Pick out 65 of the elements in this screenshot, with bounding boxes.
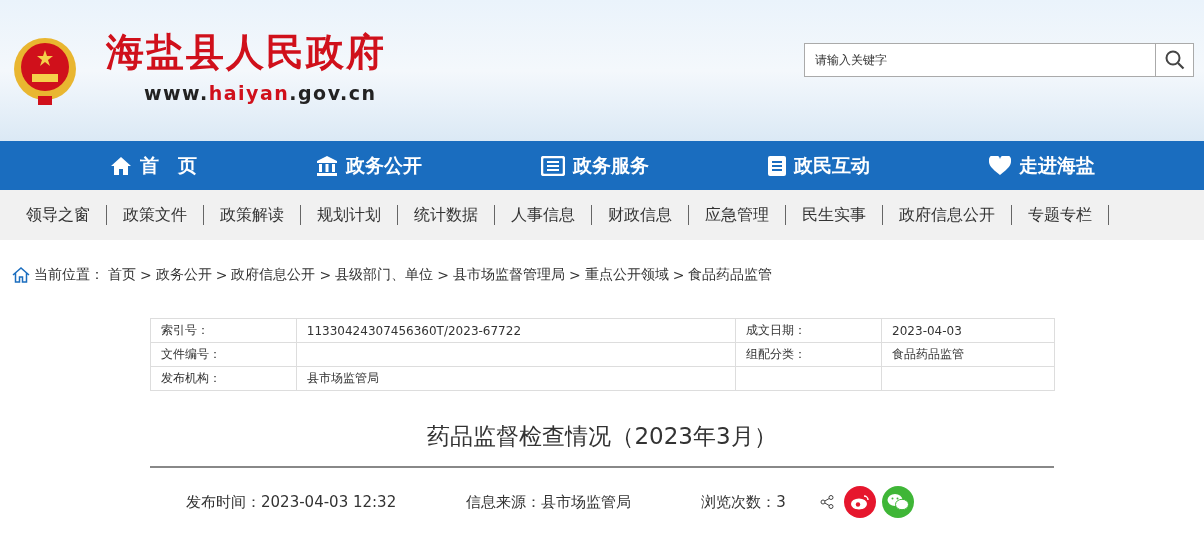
- wechat-share-button[interactable]: [881, 486, 914, 518]
- heart-icon: [988, 155, 1011, 176]
- nav-label: 政务公开: [345, 152, 422, 178]
- document-icon: [767, 155, 786, 176]
- subnav-link[interactable]: 规划计划: [301, 205, 398, 225]
- breadcrumb-link[interactable]: 首页: [108, 266, 136, 284]
- publish-time: 发布时间：2023-04-03 12:32: [186, 492, 397, 512]
- article-title: 药品监督检查情况（2023年3月）: [426, 422, 778, 451]
- weibo-share-button[interactable]: [843, 486, 876, 518]
- weibo-icon: [849, 494, 870, 510]
- nav-label: 走进海盐: [1018, 152, 1095, 178]
- breadcrumb-link[interactable]: 县市场监督管理局: [452, 266, 565, 284]
- breadcrumb-separator: >: [568, 267, 581, 283]
- breadcrumb-separator: >: [215, 267, 228, 283]
- emblem-icon: [12, 35, 78, 106]
- breadcrumb-link[interactable]: 政府信息公开: [231, 266, 316, 284]
- breadcrumb-link[interactable]: 食品药品监管: [688, 266, 773, 284]
- nav-link[interactable]: 政务公开: [315, 152, 422, 179]
- wechat-icon: [886, 493, 909, 511]
- breadcrumb-separator: >: [319, 267, 332, 283]
- building-icon: [315, 155, 338, 176]
- search-button[interactable]: [1156, 42, 1194, 77]
- search-field[interactable]: 请输入关键字: [804, 42, 1156, 77]
- breadcrumb-separator: >: [437, 267, 449, 283]
- home-icon: [109, 155, 132, 176]
- breadcrumb-separator: >: [672, 267, 685, 283]
- table-cell: 食品药品监管: [881, 342, 1054, 367]
- subnav-link[interactable]: 政策文件: [107, 205, 204, 225]
- table-label-cell: 发布机构：: [150, 366, 297, 391]
- subnav-link[interactable]: 人事信息: [495, 205, 592, 225]
- subnav-link[interactable]: 政策解读: [204, 205, 301, 225]
- table-label-cell: 成文日期：: [735, 318, 882, 343]
- table-cell: 县市场监管局: [296, 366, 736, 391]
- nav-label: 政务服务: [572, 152, 649, 178]
- breadcrumb-link[interactable]: 政务公开: [155, 266, 212, 284]
- subnav-link[interactable]: 统计数据: [398, 205, 495, 225]
- list-icon: [540, 155, 565, 176]
- home-icon: [12, 267, 30, 283]
- site-title: 海盐县人民政府: [106, 28, 386, 76]
- site-url: www.haiyan.gov.cn: [144, 82, 378, 104]
- subnav-link[interactable]: 领导之窗: [12, 205, 107, 225]
- subnav-link[interactable]: 民生实事: [786, 205, 883, 225]
- subnav-link[interactable]: 财政信息: [592, 205, 689, 225]
- table-cell: 11330424307456360T/2023-67722: [296, 318, 736, 343]
- nav-link[interactable]: 首 页: [109, 152, 197, 179]
- view-count: 浏览次数：3: [701, 492, 786, 512]
- nav-label: 首 页: [139, 152, 197, 178]
- table-label-cell: 文件编号：: [150, 342, 297, 367]
- nav-label: 政民互动: [793, 152, 870, 178]
- subnav-link[interactable]: 应急管理: [689, 205, 786, 225]
- subnav-link[interactable]: 政府信息公开: [883, 205, 1012, 225]
- table-cell: 2023-04-03: [881, 318, 1054, 343]
- nav-link[interactable]: 走进海盐: [988, 152, 1095, 179]
- breadcrumb-link[interactable]: 县级部门、单位: [335, 266, 434, 284]
- nav-link[interactable]: 政务服务: [540, 152, 649, 179]
- table-label-cell: 索引号：: [150, 318, 297, 343]
- breadcrumb-label: 当前位置：: [34, 266, 104, 284]
- search-icon: [1164, 49, 1185, 70]
- subnav-link[interactable]: 专题专栏: [1012, 205, 1109, 225]
- nav-link[interactable]: 政民互动: [767, 152, 870, 179]
- breadcrumb-separator: >: [140, 267, 152, 283]
- share-icon[interactable]: [819, 495, 834, 509]
- table-label-cell: 组配分类：: [735, 342, 882, 367]
- info-source: 信息来源：县市场监管局: [466, 492, 632, 512]
- breadcrumb-link[interactable]: 重点公开领域: [584, 266, 669, 284]
